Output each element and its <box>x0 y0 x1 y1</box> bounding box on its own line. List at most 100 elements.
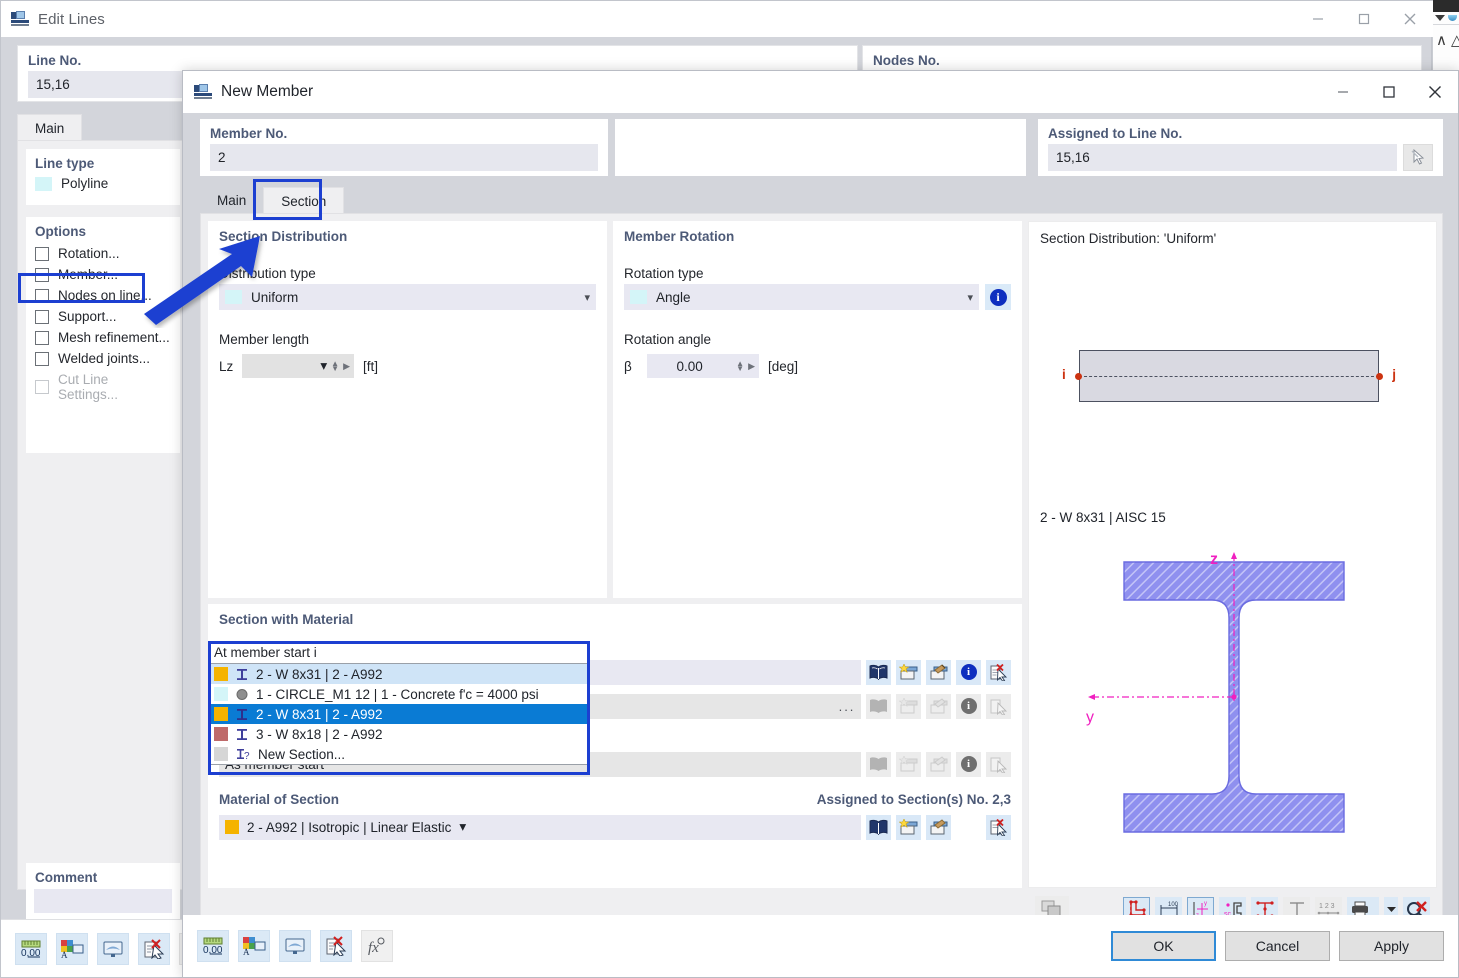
section-preview-panel: Section Distribution: 'Uniform' i j 2 - … <box>1028 221 1437 888</box>
lz-input[interactable]: ▾ ▲ ▼ ▶ <box>242 354 354 378</box>
units-icon[interactable]: 0,00 <box>197 930 229 962</box>
chevron-down-icon[interactable]: ▾ <box>459 819 466 835</box>
option-mesh-refinement-label: Mesh refinement... <box>58 330 170 345</box>
library-icon <box>866 751 891 777</box>
list-item[interactable]: ? New Section... <box>209 744 589 764</box>
dropdown-selected-preview[interactable]: 2 - W 8x31 | 2 - A992 <box>209 664 589 684</box>
node-i-label: i <box>1062 367 1066 382</box>
apply-button[interactable]: Apply <box>1339 931 1444 961</box>
surface-icon[interactable] <box>1448 15 1457 21</box>
list-item-label: 2 - W 8x31 | 2 - A992 <box>256 706 383 722</box>
option-mesh-refinement[interactable]: Mesh refinement... <box>26 327 180 348</box>
tab-main[interactable]: Main <box>17 114 83 141</box>
chevron-down-icon[interactable]: ▾ <box>320 358 327 374</box>
delete-section-icon[interactable] <box>986 659 1011 685</box>
list-item[interactable]: 2 - W 8x31 | 2 - A992 <box>209 704 589 724</box>
display-properties-icon[interactable]: A <box>238 930 270 962</box>
svg-text:?: ? <box>244 751 250 761</box>
minimize-icon[interactable] <box>1295 1 1341 37</box>
new-section-icon[interactable] <box>896 659 921 685</box>
axis-y-arrow <box>1088 694 1095 700</box>
library-icon[interactable] <box>866 814 891 840</box>
minimize-icon[interactable] <box>1320 71 1366 113</box>
units-icon[interactable]: 0,00 <box>15 932 47 965</box>
beta-input[interactable]: 0.00 ▲ ▼ ▶ <box>647 354 759 378</box>
assigned-to-sections-label: Assigned to Section(s) No. 2,3 <box>816 792 1011 807</box>
library-icon[interactable] <box>866 659 891 685</box>
ok-button[interactable]: OK <box>1111 931 1216 961</box>
stepper-icon[interactable]: ▲ ▼ <box>736 360 744 373</box>
maximize-icon[interactable] <box>1341 1 1387 37</box>
lz-unit: [ft] <box>363 358 379 374</box>
view-icon[interactable] <box>97 932 129 965</box>
node-j-dot <box>1376 372 1383 380</box>
svg-text:fx: fx <box>368 940 379 956</box>
formula-icon[interactable]: fx <box>361 930 393 962</box>
info-icon[interactable]: i <box>956 659 981 685</box>
expand-icon[interactable]: ▶ <box>748 361 755 372</box>
edit-material-icon[interactable] <box>926 814 951 840</box>
clear-selection-icon[interactable] <box>320 930 352 962</box>
loads-icon[interactable]: ∧ <box>1436 31 1447 49</box>
tab-section[interactable]: Section <box>263 187 345 214</box>
close-icon[interactable] <box>1412 71 1458 113</box>
chevron-down-icon[interactable] <box>1435 15 1445 21</box>
assigned-to-line-no-card: Assigned to Line No. 15,16 <box>1038 119 1443 176</box>
option-support-checkbox[interactable] <box>35 309 49 324</box>
assigned-to-line-no-input[interactable]: 15,16 <box>1048 144 1397 171</box>
comment-input[interactable] <box>34 889 172 913</box>
material-of-section-select[interactable]: 2 - A992 | Isotropic | Linear Elastic ▾ <box>219 814 861 840</box>
chevron-down-icon[interactable]: ▾ <box>584 291 590 304</box>
beta-unit: [deg] <box>768 358 799 374</box>
pick-cursor-icon[interactable] <box>1403 144 1433 171</box>
line-type-value-row[interactable]: Polyline <box>26 175 180 194</box>
section-color-swatch <box>214 667 228 681</box>
nodes-no-label: Nodes No. <box>873 53 940 68</box>
clear-selection-icon[interactable] <box>138 932 170 965</box>
dropdown-selected-preview-label: 2 - W 8x31 | 2 - A992 <box>256 666 383 682</box>
tab-main[interactable]: Main <box>200 187 263 214</box>
option-cut-line-settings-checkbox <box>35 380 49 394</box>
i-beam-icon <box>237 668 247 680</box>
ellipsis-indicator[interactable]: ... <box>833 694 861 719</box>
chevron-down-icon[interactable]: ▾ <box>967 291 973 304</box>
at-member-start-label: At member start i <box>211 644 587 664</box>
option-cut-line-settings-label: Cut Line Settings... <box>58 372 119 402</box>
section-dropdown-list[interactable]: 2 - W 8x31 | 2 - A992 1 - CIRCLE_M1 12 |… <box>208 663 590 765</box>
edit-section-icon[interactable] <box>926 659 951 685</box>
axis-z-arrow <box>1231 552 1237 559</box>
display-properties-icon[interactable]: A <box>56 932 88 965</box>
node-j-label: j <box>1392 367 1396 382</box>
close-icon[interactable] <box>1387 1 1433 37</box>
member-no-input[interactable]: 2 <box>210 144 598 171</box>
section-color-swatch <box>214 747 228 761</box>
option-rotation-checkbox[interactable] <box>35 246 49 261</box>
section-with-material-title: Section with Material <box>219 612 354 627</box>
new-material-icon[interactable] <box>896 814 921 840</box>
list-item[interactable]: 1 - CIRCLE_M1 12 | 1 - Concrete f'c = 40… <box>209 684 589 704</box>
svg-text:y: y <box>1204 901 1207 907</box>
option-welded-joints[interactable]: Welded joints... <box>26 348 180 369</box>
stepper-icon[interactable]: ▲ ▼ <box>331 360 339 373</box>
svg-text:A: A <box>61 950 68 959</box>
material-of-section-value: 2 - A992 | Isotropic | Linear Elastic <box>247 819 452 835</box>
view-icon[interactable] <box>279 930 311 962</box>
app-strip-row[interactable] <box>1433 12 1459 24</box>
distribution-type-select[interactable]: Uniform ▾ <box>219 284 596 310</box>
rotation-type-select[interactable]: Angle ▾ <box>624 284 979 310</box>
app-strip-glyphs[interactable]: ∧ △ <box>1433 24 1459 55</box>
expand-icon[interactable]: ▶ <box>343 361 350 372</box>
maximize-icon[interactable] <box>1366 71 1412 113</box>
option-mesh-refinement-checkbox[interactable] <box>35 330 49 345</box>
option-welded-joints-checkbox[interactable] <box>35 351 49 366</box>
new-member-titlebar[interactable]: New Member <box>183 71 1458 113</box>
preview-title: Section Distribution: 'Uniform' <box>1040 231 1217 246</box>
prism-icon[interactable]: △ <box>1451 31 1459 49</box>
list-item[interactable]: 3 - W 8x18 | 2 - A992 <box>209 724 589 744</box>
delete-material-icon[interactable] <box>986 814 1011 840</box>
new-member-bottom-bar: 0,00 A fx OK Cancel Apply <box>183 915 1458 977</box>
edit-lines-titlebar[interactable]: Edit Lines <box>1 1 1433 37</box>
cancel-button[interactable]: Cancel <box>1225 931 1330 961</box>
info-icon[interactable]: i <box>985 284 1011 310</box>
member-rotation-title: Member Rotation <box>624 229 735 244</box>
